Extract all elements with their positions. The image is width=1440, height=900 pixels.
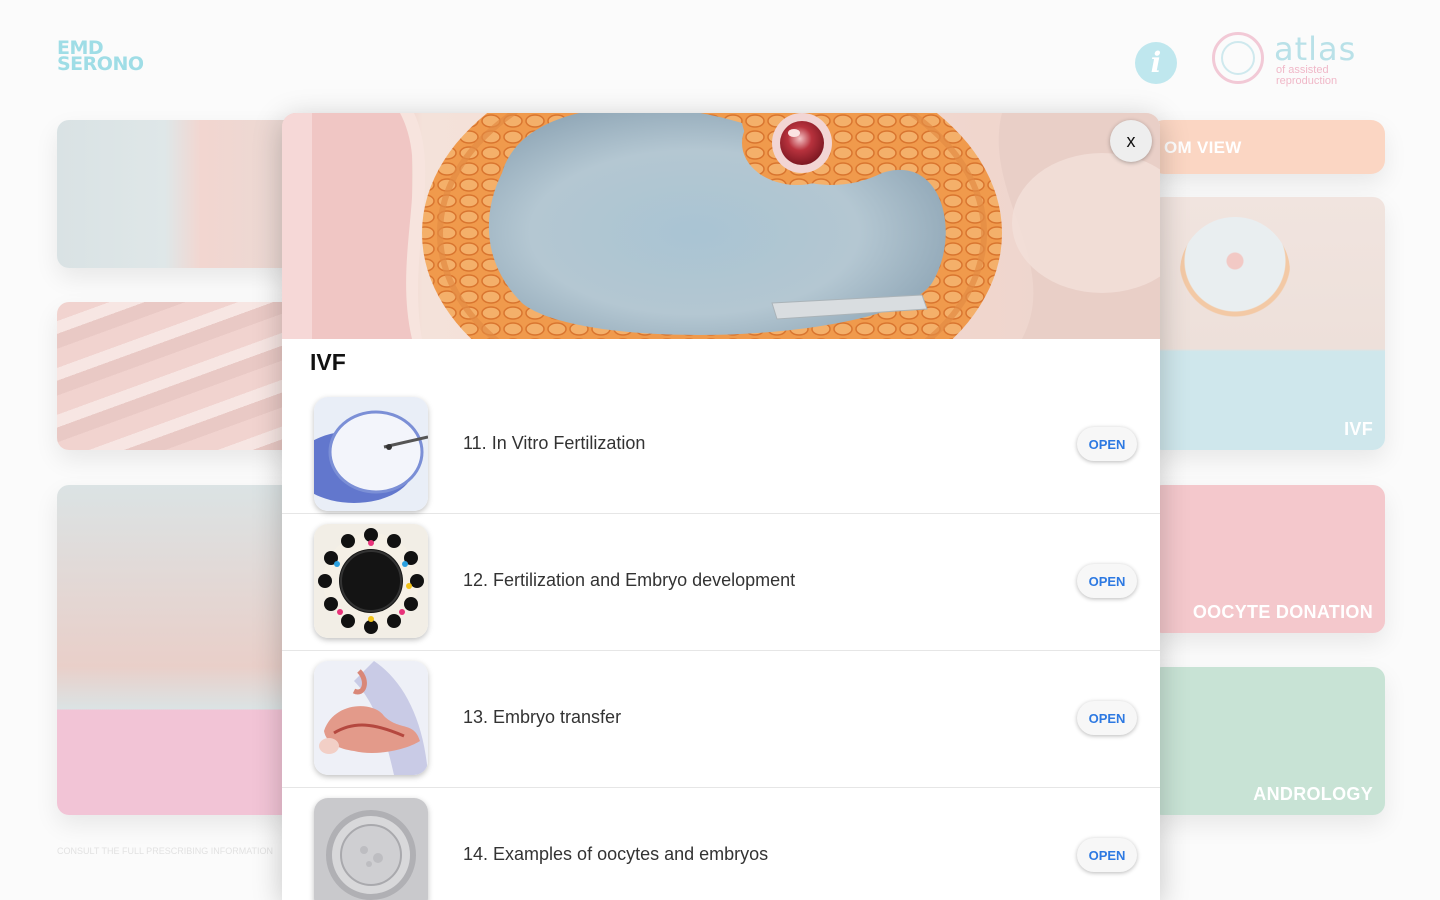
footer-disclaimer: CONSULT THE FULL PRESCRIBING INFORMATION xyxy=(57,846,274,856)
zoom-view-label: OM VIEW xyxy=(1164,138,1242,157)
ivf-card-illustration xyxy=(1180,217,1290,327)
ivf-modal: x IVF 11. In Vitro Fertilization OPEN 12… xyxy=(282,113,1160,900)
chapter-list: 11. In Vitro Fertilization OPEN 12. Fert… xyxy=(282,397,1160,900)
card-left-3[interactable] xyxy=(57,485,297,815)
open-button[interactable]: OPEN xyxy=(1077,838,1137,872)
card-left-2[interactable] xyxy=(57,302,297,450)
follicle-illustration xyxy=(282,113,1160,339)
uterus-catheter-icon xyxy=(314,661,428,775)
modal-title: IVF xyxy=(310,349,346,375)
atlas-ring-icon xyxy=(1212,32,1264,84)
list-item[interactable]: 12. Fertilization and Embryo development… xyxy=(282,514,1160,651)
card-ivf[interactable]: IVF xyxy=(1150,197,1385,450)
card-andrology[interactable]: ANDROLOGY xyxy=(1150,667,1385,815)
list-item[interactable]: 13. Embryo transfer OPEN xyxy=(282,651,1160,788)
emd-serono-logo: EMD SERONO xyxy=(57,37,144,75)
info-icon[interactable]: i xyxy=(1135,42,1177,84)
ivf-needle-oocyte-icon xyxy=(314,397,428,511)
list-item[interactable]: 14. Examples of oocytes and embryos OPEN xyxy=(282,788,1160,900)
card-oocyte-donation-label: OOCYTE DONATION xyxy=(1192,602,1373,622)
atlas-logo: atlas of assisted reproduction xyxy=(1212,30,1382,92)
open-button[interactable]: OPEN xyxy=(1077,701,1137,735)
list-item-label: 12. Fertilization and Embryo development xyxy=(463,570,796,590)
card-left-1[interactable] xyxy=(57,120,297,268)
list-item-label: 11. In Vitro Fertilization xyxy=(463,433,646,453)
open-button[interactable]: OPEN xyxy=(1077,564,1137,598)
list-item-label: 14. Examples of oocytes and embryos xyxy=(463,844,769,864)
microscope-oocyte-icon xyxy=(314,798,428,900)
atlas-logo-word: atlas xyxy=(1274,30,1357,68)
card-oocyte-donation[interactable]: OOCYTE DONATION xyxy=(1150,485,1385,633)
atlas-logo-subtitle: of assisted reproduction xyxy=(1276,64,1338,87)
card-andrology-label: ANDROLOGY xyxy=(1253,784,1373,804)
open-button[interactable]: OPEN xyxy=(1077,427,1137,461)
modal-hero-illustration: x xyxy=(282,113,1160,339)
list-item[interactable]: 11. In Vitro Fertilization OPEN xyxy=(282,397,1160,514)
close-button[interactable]: x xyxy=(1110,120,1152,162)
list-item-label: 13. Embryo transfer xyxy=(463,707,622,727)
zygote-circle-icon xyxy=(314,524,428,638)
zoom-view-button[interactable]: OM VIEW xyxy=(1150,120,1385,174)
card-ivf-label: IVF xyxy=(1344,419,1373,439)
